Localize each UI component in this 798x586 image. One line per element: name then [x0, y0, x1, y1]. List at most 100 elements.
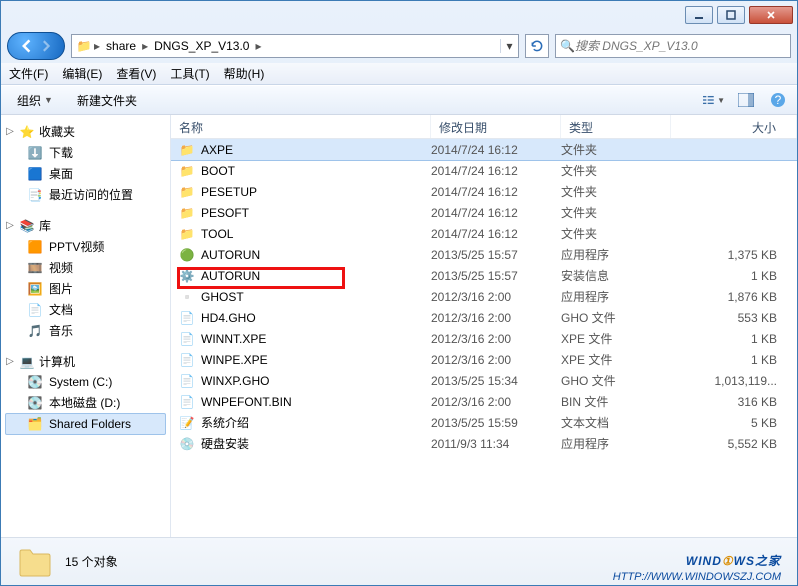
sidebar-item-label: Shared Folders — [49, 417, 131, 431]
favorites-header[interactable]: ▷⭐收藏夹 — [5, 121, 166, 142]
file-row[interactable]: 📁PESETUP2014/7/24 16:12文件夹 — [171, 181, 797, 202]
back-arrow-icon — [21, 39, 35, 53]
breadcrumb-sep[interactable]: ▸ — [140, 39, 150, 53]
libraries-header[interactable]: ▷📚库 — [5, 215, 166, 236]
file-row[interactable]: 📄HD4.GHO2012/3/16 2:00GHO 文件553 KB — [171, 307, 797, 328]
file-type: 应用程序 — [561, 246, 671, 263]
inf-icon: ⚙️ — [179, 268, 195, 284]
help-button[interactable]: ? — [767, 89, 789, 111]
folder-icon: 📁 — [179, 142, 195, 158]
maximize-button[interactable] — [717, 6, 745, 24]
view-button[interactable]: ▼ — [703, 89, 725, 111]
sidebar-item[interactable]: ⬇️下载 — [5, 142, 166, 163]
sidebar-item[interactable]: 📑最近访问的位置 — [5, 184, 166, 205]
file-row[interactable]: 📄WINPE.XPE2012/3/16 2:00XPE 文件1 KB — [171, 349, 797, 370]
view-list-icon — [703, 93, 715, 107]
col-date[interactable]: 修改日期 — [431, 115, 561, 138]
file-row[interactable]: 📁AXPE2014/7/24 16:12文件夹 — [171, 139, 797, 160]
file-date: 2011/9/3 11:34 — [431, 437, 561, 451]
search-box[interactable]: 🔍 — [555, 34, 791, 58]
organize-button[interactable]: 组织▼ — [9, 89, 61, 112]
col-name[interactable]: 名称 — [171, 115, 431, 138]
folder-icon: 📁 — [76, 38, 92, 54]
column-headers: 名称 修改日期 类型 大小 — [171, 115, 797, 139]
file-icon: 📄 — [179, 352, 195, 368]
app-disk-icon: 💿 — [179, 436, 195, 452]
address-dropdown[interactable]: ▾ — [500, 39, 518, 53]
folder-icon: 📁 — [179, 184, 195, 200]
menu-view[interactable]: 查看(V) — [116, 65, 156, 82]
file-row[interactable]: 📄WNPEFONT.BIN2012/3/16 2:00BIN 文件316 KB — [171, 391, 797, 412]
file-size: 1 KB — [671, 332, 797, 346]
menu-tools[interactable]: 工具(T) — [170, 65, 209, 82]
computer-header[interactable]: ▷💻计算机 — [5, 351, 166, 372]
folder-icon: 📁 — [179, 226, 195, 242]
computer-icon: 💻 — [19, 354, 35, 370]
sidebar-item[interactable]: 📄文档 — [5, 299, 166, 320]
file-row[interactable]: 📁TOOL2014/7/24 16:12文件夹 — [171, 223, 797, 244]
search-icon: 🔍 — [560, 39, 575, 53]
breadcrumb-sep[interactable]: ▸ — [253, 39, 263, 53]
file-type: 文件夹 — [561, 141, 671, 158]
sidebar-item-label: 本地磁盘 (D:) — [49, 394, 120, 411]
preview-pane-button[interactable] — [735, 89, 757, 111]
breadcrumb-sep[interactable]: ▸ — [92, 39, 102, 53]
sidebar-item[interactable]: 🗂️Shared Folders — [5, 413, 166, 435]
file-date: 2012/3/16 2:00 — [431, 332, 561, 346]
file-type: GHO 文件 — [561, 372, 671, 389]
sidebar-item[interactable]: 🎵音乐 — [5, 320, 166, 341]
address-bar[interactable]: 📁 ▸ share ▸ DNGS_XP_V13.0 ▸ ▾ — [71, 34, 519, 58]
file-name: PESOFT — [201, 206, 249, 220]
menu-file[interactable]: 文件(F) — [9, 65, 48, 82]
file-row[interactable]: 📁PESOFT2014/7/24 16:12文件夹 — [171, 202, 797, 223]
computer-group: ▷💻计算机 💽System (C:)💽本地磁盘 (D:)🗂️Shared Fol… — [5, 351, 166, 435]
file-name: AUTORUN — [201, 269, 260, 283]
menu-bar: 文件(F) 编辑(E) 查看(V) 工具(T) 帮助(H) — [1, 63, 797, 85]
col-size[interactable]: 大小 — [671, 115, 797, 138]
pictures-icon: 🖼️ — [27, 281, 43, 297]
breadcrumb-item[interactable]: DNGS_XP_V13.0 — [150, 39, 253, 53]
sidebar-item[interactable]: 🎞️视频 — [5, 257, 166, 278]
file-icon: 📄 — [179, 373, 195, 389]
file-size: 1 KB — [671, 269, 797, 283]
file-row[interactable]: 💿硬盘安装2011/9/3 11:34应用程序5,552 KB — [171, 433, 797, 454]
file-row[interactable]: 📝系统介绍2013/5/25 15:59文本文档5 KB — [171, 412, 797, 433]
menu-edit[interactable]: 编辑(E) — [62, 65, 102, 82]
close-button[interactable] — [749, 6, 793, 24]
sidebar-item[interactable]: 💽本地磁盘 (D:) — [5, 392, 166, 413]
sidebar-item[interactable]: 💽System (C:) — [5, 372, 166, 392]
breadcrumb-item[interactable]: share — [102, 39, 140, 53]
menu-help[interactable]: 帮助(H) — [224, 65, 265, 82]
sidebar-item-label: 文档 — [49, 301, 73, 318]
file-row[interactable]: 📄WINXP.GHO2013/5/25 15:34GHO 文件1,013,119… — [171, 370, 797, 391]
file-row[interactable]: ▫️GHOST2012/3/16 2:00应用程序1,876 KB — [171, 286, 797, 307]
nav-back-forward[interactable] — [7, 32, 65, 60]
file-date: 2013/5/25 15:34 — [431, 374, 561, 388]
sidebar-item-label: 视频 — [49, 259, 73, 276]
file-row[interactable]: ⚙️ AUTORUN 2013/5/25 15:57安装信息1 KB — [171, 265, 797, 286]
col-type[interactable]: 类型 — [561, 115, 671, 138]
sidebar-item-label: 桌面 — [49, 165, 73, 182]
file-row[interactable]: 🟢AUTORUN2013/5/25 15:57应用程序1,375 KB — [171, 244, 797, 265]
minimize-button[interactable] — [685, 6, 713, 24]
file-date: 2012/3/16 2:00 — [431, 311, 561, 325]
file-type: GHO 文件 — [561, 309, 671, 326]
sidebar-item-label: PPTV视频 — [49, 238, 104, 255]
sidebar-item-label: 图片 — [49, 280, 73, 297]
search-input[interactable] — [575, 39, 786, 53]
new-folder-button[interactable]: 新建文件夹 — [69, 89, 145, 112]
sidebar-item[interactable]: 🖼️ 图片 — [5, 278, 166, 299]
refresh-button[interactable] — [525, 34, 549, 58]
sidebar-item[interactable]: 🟧PPTV视频 — [5, 236, 166, 257]
sidebar-item[interactable]: 🟦桌面 — [5, 163, 166, 184]
toolbar: 组织▼ 新建文件夹 ▼ ? — [1, 85, 797, 115]
recent-icon: 📑 — [27, 187, 43, 203]
music-icon: 🎵 — [27, 323, 43, 339]
file-name: HD4.GHO — [201, 311, 256, 325]
file-type: 应用程序 — [561, 288, 671, 305]
file-date: 2013/5/25 15:57 — [431, 269, 561, 283]
file-row[interactable]: 📁BOOT2014/7/24 16:12文件夹 — [171, 160, 797, 181]
file-date: 2014/7/24 16:12 — [431, 185, 561, 199]
file-row[interactable]: 📄WINNT.XPE2012/3/16 2:00XPE 文件1 KB — [171, 328, 797, 349]
file-type: 安装信息 — [561, 267, 671, 284]
